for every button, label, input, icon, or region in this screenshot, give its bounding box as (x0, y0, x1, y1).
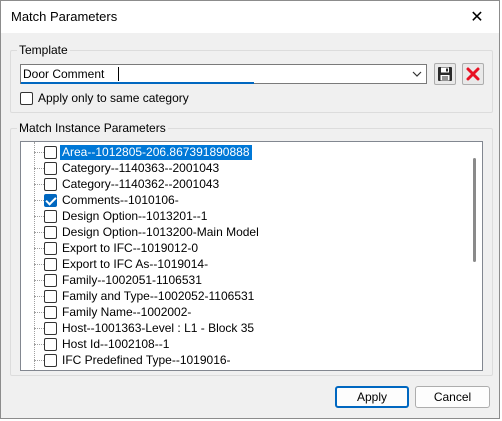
tree-item[interactable]: Family Name--1002002- (34, 304, 193, 320)
tree-item-label[interactable]: Export to IFC As--1019014- (60, 257, 210, 272)
apply-same-category-label: Apply only to same category (38, 91, 189, 105)
close-button[interactable]: ✕ (455, 1, 499, 33)
tree-item[interactable]: Export to IFC As--1019014- (34, 256, 210, 272)
tree-item-checkbox[interactable] (44, 193, 57, 207)
tree-item-label[interactable]: Category--1140362--2001043 (60, 177, 221, 192)
tree-item-label[interactable]: Category--1140363--2001043 (60, 161, 221, 176)
tree-item[interactable]: Family--1002051-1106531 (34, 272, 204, 288)
tree-connector (34, 183, 44, 185)
parameters-tree[interactable]: Area--1012805-206.867391890888 Category--… (20, 141, 483, 371)
tree-connector (34, 199, 44, 201)
red-x-icon (466, 67, 480, 81)
title-bar: Match Parameters ✕ (1, 1, 499, 33)
tree-item-checkbox[interactable] (44, 177, 57, 191)
tree-item-label[interactable]: Export to IFC--1019012-0 (60, 241, 200, 256)
delete-template-button[interactable] (462, 63, 484, 85)
tree-item-label[interactable]: Area--1012805-206.867391890888 (59, 143, 253, 161)
tree-item-checkbox[interactable] (44, 337, 57, 351)
tree-item-label[interactable]: Design Option--1013201--1 (60, 209, 209, 224)
chevron-down-icon[interactable] (410, 67, 424, 81)
tree-connector (34, 311, 44, 313)
focus-underline (21, 82, 254, 84)
tree-item-label[interactable]: Family and Type--1002052-1106531 (60, 289, 256, 304)
tree-item[interactable]: Design Option--1013201--1 (34, 208, 209, 224)
close-icon: ✕ (470, 9, 484, 26)
tree-item[interactable]: Export to IFC--1019012-0 (34, 240, 200, 256)
save-template-button[interactable] (434, 63, 456, 85)
tree-item-checkbox[interactable] (44, 241, 57, 255)
tree-connector (34, 359, 44, 361)
tree-connector (34, 151, 44, 153)
tree-item[interactable]: Category--1140362--2001043 (34, 176, 221, 192)
tree-connector (34, 167, 44, 169)
tree-item[interactable]: Host--1001363-Level : L1 - Block 35 (34, 320, 256, 336)
tree-item-checkbox[interactable] (44, 209, 57, 223)
tree-item-label[interactable]: Family--1002051-1106531 (60, 273, 204, 288)
tree-item-checkbox[interactable] (44, 305, 57, 319)
tree-item[interactable]: Comments--1010106- (34, 192, 181, 208)
tree-item-checkbox[interactable] (44, 321, 57, 335)
tree-item[interactable]: IFC Predefined Type--1019016- (34, 352, 233, 368)
tree-item-label[interactable]: Host Id--1002108--1 (60, 337, 171, 352)
scrollbar-thumb[interactable] (473, 158, 476, 262)
tree-connector (34, 295, 44, 297)
tree-connector (34, 263, 44, 265)
text-caret (118, 67, 119, 81)
apply-button[interactable]: Apply (335, 386, 409, 408)
tree-item-label[interactable]: IFC Predefined Type--1019016- (60, 353, 233, 368)
tree-item[interactable]: Category--1140363--2001043 (34, 160, 221, 176)
template-legend: Template (19, 43, 68, 57)
apply-same-category-checkbox[interactable] (20, 91, 33, 105)
window-title: Match Parameters (11, 9, 118, 24)
tree-connector (34, 343, 44, 345)
tree-item-checkbox[interactable] (44, 289, 57, 303)
tree-item[interactable]: Area--1012805-206.867391890888 (34, 143, 253, 161)
floppy-disk-icon (438, 67, 452, 81)
tree-connector (34, 279, 44, 281)
tree-item-checkbox[interactable] (44, 353, 57, 367)
tree-item[interactable]: Host Id--1002108--1 (34, 336, 171, 352)
tree-connector (34, 327, 44, 329)
template-combobox-value[interactable]: Door Comment (23, 67, 104, 81)
tree-item-label[interactable]: Family Name--1002002- (60, 305, 193, 320)
tree-item-checkbox[interactable] (44, 145, 57, 159)
vertical-scrollbar[interactable] (468, 143, 482, 370)
tree-item-checkbox[interactable] (44, 161, 57, 175)
tree-connector (34, 247, 44, 249)
tree-item[interactable]: Family and Type--1002052-1106531 (34, 288, 256, 304)
tree-connector (34, 231, 44, 233)
tree-item-checkbox[interactable] (44, 257, 57, 271)
apply-same-category-option[interactable]: Apply only to same category (20, 91, 189, 105)
template-combobox[interactable]: Door Comment (20, 64, 427, 84)
match-legend: Match Instance Parameters (19, 121, 166, 135)
match-parameters-dialog: Match Parameters ✕ Template Door Comment (0, 0, 500, 419)
tree-item-checkbox[interactable] (44, 225, 57, 239)
tree-item-checkbox[interactable] (44, 273, 57, 287)
tree-item-label[interactable]: Comments--1010106- (60, 193, 181, 208)
tree-connector (34, 215, 44, 217)
tree-item-label[interactable]: Design Option--1013200-Main Model (60, 225, 261, 240)
tree-item[interactable]: Design Option--1013200-Main Model (34, 224, 261, 240)
tree-item-label[interactable]: Host--1001363-Level : L1 - Block 35 (60, 321, 256, 336)
cancel-button[interactable]: Cancel (415, 386, 490, 408)
